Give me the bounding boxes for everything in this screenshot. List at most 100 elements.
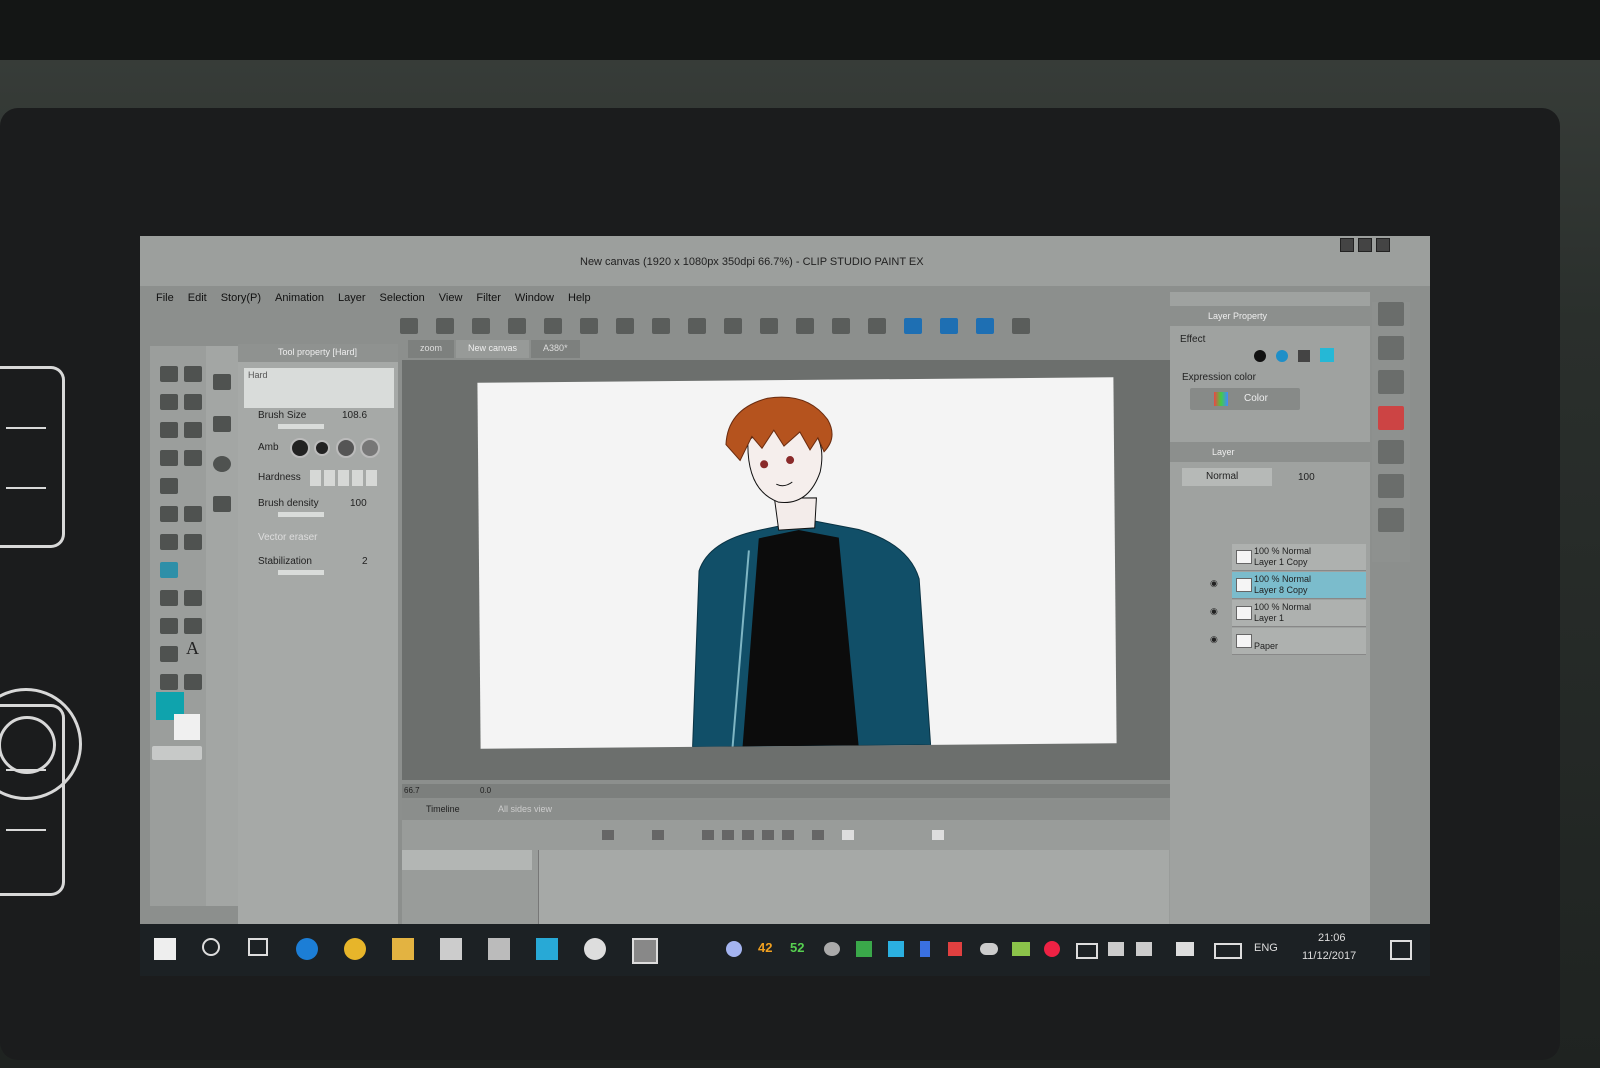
zoom-tool-icon[interactable] — [160, 366, 178, 382]
menu-help[interactable]: Help — [568, 292, 591, 314]
clear-icon[interactable] — [688, 318, 706, 334]
language-indicator[interactable]: ENG — [1254, 942, 1278, 954]
open-folder-icon[interactable] — [508, 318, 526, 334]
photos-icon[interactable] — [536, 938, 558, 960]
new-file-icon[interactable] — [472, 318, 490, 334]
hardness-step[interactable] — [310, 470, 321, 486]
hardness-step[interactable] — [366, 470, 377, 486]
brush-size-value[interactable]: 108.6 — [342, 410, 367, 421]
windows-start-icon[interactable] — [154, 938, 176, 960]
mail-icon[interactable] — [488, 938, 510, 960]
tray-app-icon[interactable] — [824, 942, 840, 956]
tray-badge-green[interactable]: 52 — [790, 940, 804, 955]
fill-tool-icon[interactable] — [160, 590, 178, 606]
brush-tip-option[interactable] — [290, 438, 310, 458]
hardness-step[interactable] — [352, 470, 363, 486]
operation-tool-icon[interactable] — [160, 394, 178, 410]
maximize-button[interactable] — [1358, 238, 1372, 252]
menu-animation[interactable]: Animation — [275, 292, 324, 314]
effect-layer-color-icon[interactable] — [1320, 348, 1334, 362]
expression-color-select[interactable]: Color — [1190, 388, 1300, 410]
tray-app-icon[interactable] — [1012, 942, 1030, 956]
layer-row[interactable]: 100 % Normal Layer 1 — [1232, 600, 1366, 627]
pencil-tool-icon[interactable] — [160, 478, 178, 494]
eye-icon[interactable]: ◉ — [1210, 634, 1218, 645]
snap-special-ruler-icon[interactable] — [940, 318, 958, 334]
store-icon[interactable] — [440, 938, 462, 960]
minimize-button[interactable] — [1340, 238, 1354, 252]
text-tool-icon[interactable]: A — [186, 638, 204, 658]
timeline-select[interactable] — [402, 850, 532, 870]
menu-edit[interactable]: Edit — [188, 292, 207, 314]
frame-border-tool-icon[interactable] — [184, 618, 202, 634]
vector-eraser-label[interactable]: Vector eraser — [258, 532, 317, 543]
invert-selection-icon[interactable] — [832, 318, 850, 334]
undo-icon[interactable] — [580, 318, 598, 334]
tray-app-icon[interactable] — [948, 942, 962, 956]
brush-preview[interactable]: Hard — [244, 368, 394, 408]
layer-row[interactable]: 100 % Normal Layer 1 Copy — [1232, 544, 1366, 571]
file-explorer-icon[interactable] — [392, 938, 414, 960]
menu-story[interactable]: Story(P) — [221, 292, 261, 314]
antivirus-icon[interactable] — [1044, 941, 1060, 957]
clip-studio-taskbar-icon[interactable] — [632, 938, 658, 964]
onion-skin-icon[interactable] — [932, 830, 944, 840]
position-readout[interactable]: 0.0 — [480, 786, 491, 795]
loop-icon[interactable] — [812, 830, 824, 840]
play-icon[interactable] — [742, 830, 754, 840]
brush-tip-option[interactable] — [360, 438, 380, 458]
snap-ruler-icon[interactable] — [904, 318, 922, 334]
eyedropper-tool-icon[interactable] — [160, 450, 178, 466]
tray-app-icon[interactable] — [888, 941, 904, 957]
pen-tool-icon[interactable] — [184, 450, 202, 466]
tray-app-icon[interactable] — [726, 941, 742, 957]
layer-row[interactable]: 100 % Normal Layer 8 Copy — [1232, 572, 1366, 599]
onedrive-icon[interactable] — [980, 943, 998, 955]
tray-app-icon[interactable] — [856, 941, 872, 957]
selection-tool-icon[interactable] — [160, 422, 178, 438]
snap-grid-icon[interactable] — [976, 318, 994, 334]
zoom-out-icon[interactable] — [652, 830, 664, 840]
history-icon[interactable] — [1378, 370, 1404, 394]
keyboard-icon[interactable] — [1214, 943, 1242, 959]
decoration-tool-icon[interactable] — [160, 534, 178, 550]
edge-browser-icon[interactable] — [296, 938, 318, 960]
opacity-value[interactable]: 100 — [1298, 472, 1315, 483]
brush-tip-option[interactable] — [336, 438, 356, 458]
blend-tool-icon[interactable] — [184, 534, 202, 550]
brush-tool-icon[interactable] — [160, 506, 178, 522]
chrome-icon[interactable] — [344, 938, 366, 960]
all-sides-view-tab[interactable]: All sides view — [498, 804, 552, 814]
last-frame-icon[interactable] — [782, 830, 794, 840]
selection-border-icon[interactable] — [868, 318, 886, 334]
sub-color-swatch[interactable] — [174, 714, 200, 740]
layer-property-icon[interactable] — [1378, 406, 1404, 430]
next-frame-icon[interactable] — [762, 830, 774, 840]
zoom-readout[interactable]: 66.7 — [404, 786, 420, 795]
layer-icon[interactable] — [1378, 440, 1404, 464]
auto-select-tool-icon[interactable] — [184, 422, 202, 438]
wacom-icon[interactable] — [584, 938, 606, 960]
eraser-tool-icon[interactable] — [160, 562, 178, 578]
transparent-color-swatch[interactable] — [152, 746, 202, 760]
effect-border-icon[interactable] — [1254, 350, 1266, 362]
blend-mode-select[interactable]: Normal — [1182, 468, 1272, 486]
airbrush-tool-icon[interactable] — [184, 506, 202, 522]
sub-tool-icon[interactable] — [213, 456, 231, 472]
correct-line-tool-icon[interactable] — [184, 674, 202, 690]
menu-file[interactable]: File — [156, 292, 174, 314]
grid-icon[interactable] — [400, 318, 418, 334]
brush-size-slider[interactable] — [278, 424, 324, 429]
pen-settings-icon[interactable] — [1176, 942, 1194, 956]
navigator-icon[interactable] — [1378, 302, 1404, 326]
save-icon[interactable] — [544, 318, 562, 334]
hand-tool-icon[interactable] — [184, 366, 202, 382]
tray-badge-orange[interactable]: 42 — [758, 940, 772, 955]
battery-icon[interactable] — [1076, 943, 1098, 959]
move-layer-tool-icon[interactable] — [184, 394, 202, 410]
menu-view[interactable]: View — [439, 292, 463, 314]
eye-icon[interactable]: ◉ — [1210, 578, 1218, 589]
new-timeline-icon[interactable] — [602, 830, 614, 840]
clock-date[interactable]: 11/12/2017 — [1302, 950, 1356, 962]
notification-icon[interactable] — [1390, 940, 1412, 960]
